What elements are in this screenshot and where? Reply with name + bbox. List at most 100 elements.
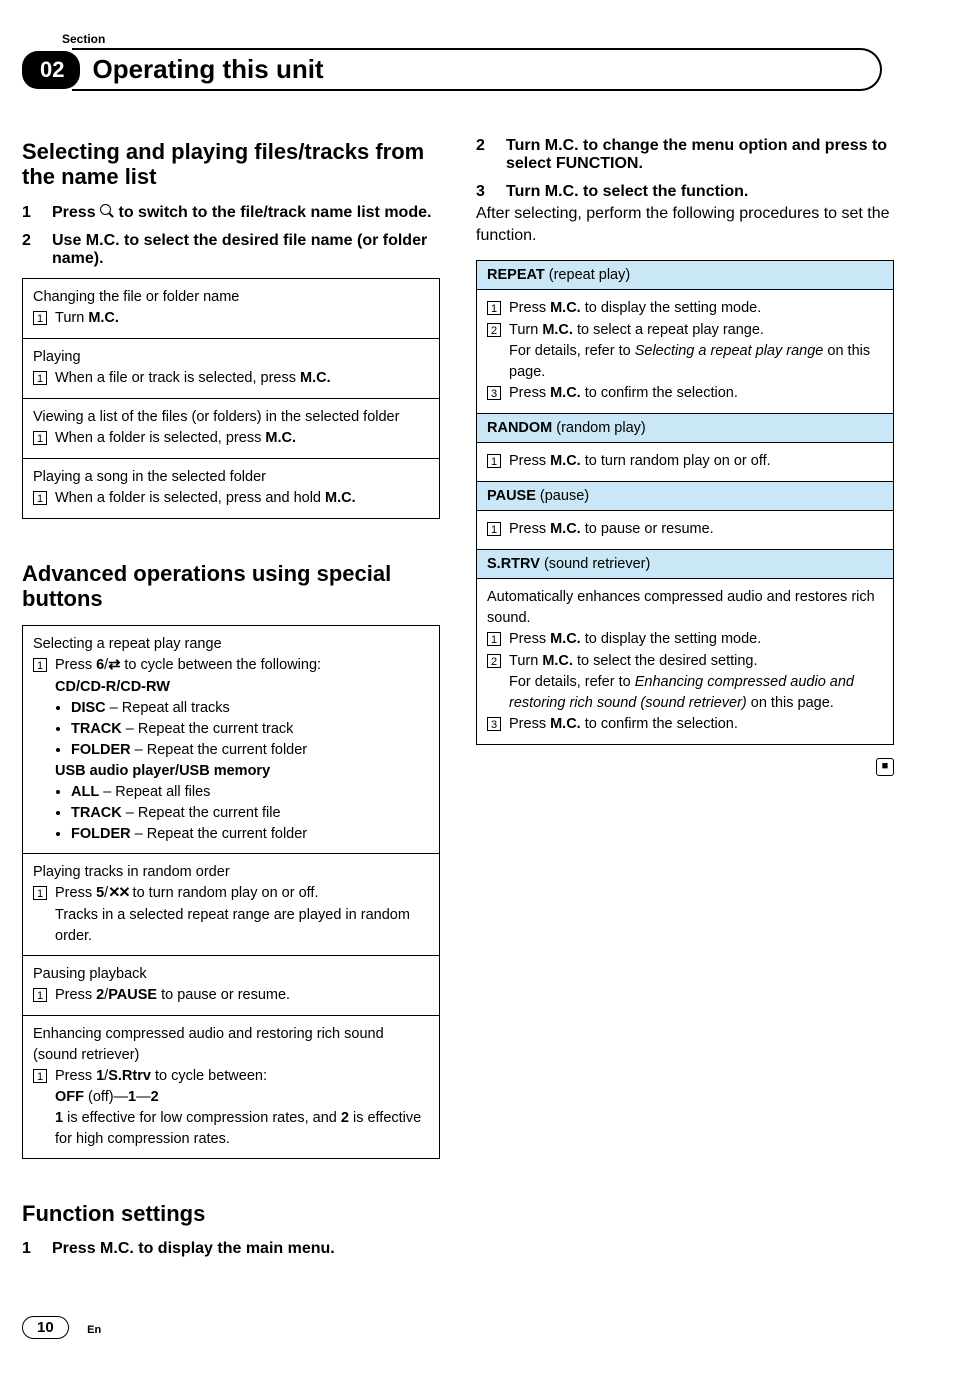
shuffle-icon: ✕✕: [108, 885, 128, 901]
off-bold: OFF: [55, 1089, 84, 1105]
list-item: DISC – Repeat all tracks: [71, 698, 429, 719]
t2: to display the setting mode.: [581, 631, 762, 647]
t: Press: [509, 453, 550, 469]
key-2: 2: [96, 987, 104, 1003]
search-icon: [100, 204, 114, 218]
page-number: 10: [22, 1316, 69, 1339]
cell-title: Playing: [33, 347, 429, 368]
left-column: Selecting and playing files/tracks from …: [22, 131, 440, 1268]
fs-step-2-num: 2: [476, 137, 506, 173]
language-code: En: [87, 1324, 101, 1336]
mc: M.C.: [550, 716, 581, 732]
boxed-1-icon: 1: [33, 1069, 47, 1083]
key-srtrv: S.Rtrv: [108, 1068, 151, 1084]
cell-title: Selecting a repeat play range: [33, 634, 429, 655]
step-1: 1 Press to switch to the file/track name…: [22, 204, 440, 222]
fhead-pause-b: PAUSE: [487, 488, 536, 504]
boxed-1-icon: 1: [487, 454, 501, 468]
fhead-repeat: REPEAT (repeat play): [477, 261, 893, 290]
name-list-box: Changing the file or folder name 1Turn M…: [22, 278, 440, 519]
opt-all: ALL: [71, 784, 99, 800]
t2: to pause or resume.: [581, 521, 714, 537]
fs-step-2: 2 Turn M.C. to change the menu option an…: [476, 137, 894, 173]
chapter-title: Operating this unit: [72, 48, 882, 91]
text-a: When a folder is selected, press: [55, 430, 265, 446]
key-1: 1: [96, 1068, 104, 1084]
boxed-1-icon: 1: [33, 886, 47, 900]
fs-step-1-text: Press M.C. to display the main menu.: [52, 1240, 440, 1258]
dash: —: [136, 1089, 151, 1105]
t2: to display the setting mode.: [581, 300, 762, 316]
heading-select-play: Selecting and playing files/tracks from …: [22, 139, 440, 190]
t2: to select a repeat play range.: [573, 322, 764, 338]
list-item: TRACK – Repeat the current file: [71, 803, 429, 824]
page-footer: 10 En: [22, 1316, 894, 1356]
fhead-random-b: RANDOM: [487, 420, 552, 436]
boxed-3-icon: 3: [487, 386, 501, 400]
cell-title: Changing the file or folder name: [33, 287, 429, 308]
fhead-random: RANDOM (random play): [477, 414, 893, 443]
fbody-srtrv: Automatically enhances compressed audio …: [477, 579, 893, 744]
t: Press: [509, 631, 550, 647]
list-item: FOLDER – Repeat the current folder: [71, 740, 429, 761]
fhead-srtrv-t: (sound retriever): [540, 556, 650, 572]
key-5: 5: [96, 885, 104, 901]
key-pause: PAUSE: [108, 987, 157, 1003]
one-bold2: 1: [55, 1110, 63, 1126]
fbody-repeat: 1Press M.C. to display the setting mode.…: [477, 290, 893, 414]
end-square-icon: ■: [876, 758, 894, 776]
t4: on this page.: [747, 695, 834, 711]
mc-bold: M.C.: [300, 370, 331, 386]
mc-bold: M.C.: [88, 310, 119, 326]
t2: to turn random play on or off.: [581, 453, 771, 469]
step-1-text-a: Press: [52, 204, 100, 221]
opt-track2: TRACK: [71, 805, 122, 821]
fhead-repeat-b: REPEAT: [487, 267, 545, 283]
fs-step-2-text: Turn M.C. to change the menu option and …: [506, 137, 894, 173]
heading-advanced: Advanced operations using special button…: [22, 561, 440, 612]
fs-step-1: 1 Press M.C. to display the main menu.: [22, 1240, 440, 1258]
section-end-mark: ■: [476, 753, 894, 776]
boxed-1-icon: 1: [33, 431, 47, 445]
opt-track-text: – Repeat the current track: [122, 721, 294, 737]
step-2-num: 2: [22, 232, 52, 268]
opt-folder-text: – Repeat the current folder: [131, 742, 308, 758]
right-column: 2 Turn M.C. to change the menu option an…: [476, 131, 894, 1268]
press-b: to pause or resume.: [157, 987, 290, 1003]
boxed-1-icon: 1: [33, 371, 47, 385]
mc: M.C.: [550, 385, 581, 401]
sub-cd: CD/CD-R/CD-RW: [33, 677, 429, 698]
srtrv-intro: Automatically enhances compressed audio …: [487, 587, 883, 629]
list-item: ALL – Repeat all files: [71, 782, 429, 803]
fbody-random: 1Press M.C. to turn random play on or of…: [477, 443, 893, 482]
press-a: Press: [55, 657, 96, 673]
step-1-text-b: to switch to the file/track name list mo…: [114, 204, 431, 221]
chapter-number: 02: [22, 51, 80, 89]
one-bold: 1: [128, 1089, 136, 1105]
opt-disc-text: – Repeat all tracks: [106, 700, 230, 716]
opt-folder2-text: – Repeat the current folder: [131, 826, 308, 842]
cell-pause: Pausing playback 1Press 2/PAUSE to pause…: [23, 956, 439, 1016]
section-label: Section: [62, 32, 894, 46]
list-item: FOLDER – Repeat the current folder: [71, 824, 429, 845]
step-1-num: 1: [22, 204, 52, 222]
press-b: to turn random play on or off.: [129, 885, 319, 901]
fs-step-1-num: 1: [22, 1240, 52, 1258]
random-line2: Tracks in a selected repeat range are pl…: [55, 905, 429, 947]
opt-folder: FOLDER: [71, 742, 131, 758]
cell-random: Playing tracks in random order 1Press 5/…: [23, 854, 439, 955]
function-table: REPEAT (repeat play) 1Press M.C. to disp…: [476, 260, 894, 745]
fhead-srtrv: S.RTRV (sound retriever): [477, 550, 893, 579]
boxed-3-icon: 3: [487, 717, 501, 731]
fbody-pause: 1Press M.C. to pause or resume.: [477, 511, 893, 550]
t2: to confirm the selection.: [581, 385, 738, 401]
t: Turn: [509, 653, 542, 669]
off-text: (off)—: [84, 1089, 128, 1105]
opt-track2-text: – Repeat the current file: [122, 805, 281, 821]
t2: to confirm the selection.: [581, 716, 738, 732]
t3: For details, refer to: [509, 343, 635, 359]
two-bold2: 2: [341, 1110, 349, 1126]
cell-change-name: Changing the file or folder name 1Turn M…: [23, 279, 439, 339]
line3b: is effective for low compression rates, …: [63, 1110, 341, 1126]
t: Press: [509, 300, 550, 316]
